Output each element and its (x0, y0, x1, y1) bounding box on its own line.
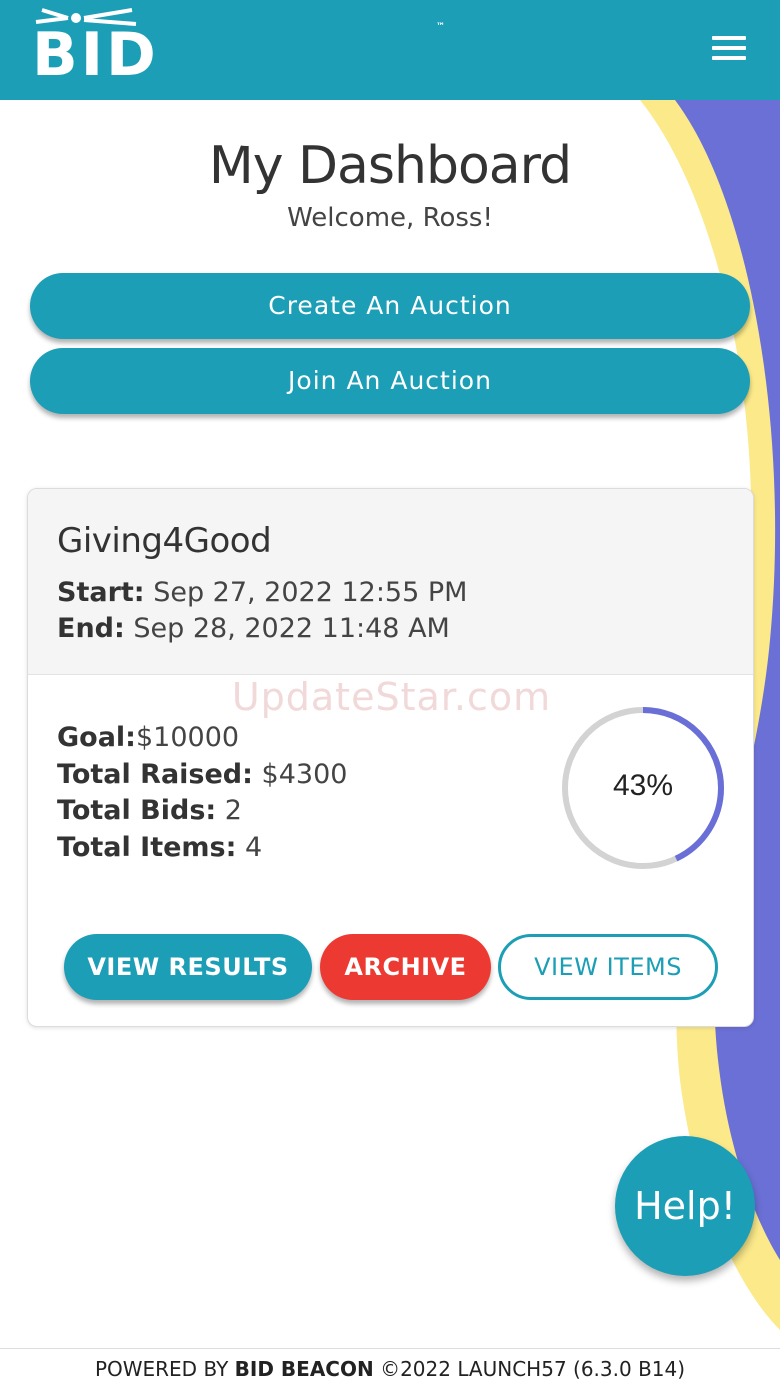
bids-label: Total Bids: (57, 795, 217, 826)
menu-bar (712, 36, 746, 40)
footer-brand[interactable]: BID BEACON (235, 1357, 374, 1381)
auction-end-date: End: Sep 28, 2022 11:48 AM (57, 613, 450, 644)
view-results-button[interactable]: VIEW RESULTS (64, 934, 312, 1000)
items-label: Total Items: (57, 832, 237, 863)
bid-beacon-logo[interactable]: BID BEACON ™ (32, 6, 452, 160)
help-button[interactable]: Help! (615, 1136, 755, 1276)
hamburger-menu-icon[interactable] (712, 36, 752, 64)
start-value: Sep 27, 2022 12:55 PM (153, 577, 468, 608)
total-bids-stat: Total Bids: 2 (57, 795, 242, 826)
welcome-message: Welcome, Ross! (287, 203, 493, 233)
raised-label: Total Raised: (57, 759, 253, 790)
bids-value: 2 (224, 795, 242, 826)
auction-start-date: Start: Sep 27, 2022 12:55 PM (57, 577, 467, 608)
goal-label: Goal: (57, 722, 136, 753)
footer-suffix: ©2022 LAUNCH57 (6.3.0 B14) (380, 1357, 686, 1381)
raised-value: $4300 (261, 759, 348, 790)
goal-value: $10000 (135, 722, 240, 753)
progress-percent: 43% (612, 769, 674, 802)
archive-button[interactable]: ARCHIVE (320, 934, 491, 1000)
auction-card: Giving4Good Start: Sep 27, 2022 12:55 PM… (27, 488, 754, 1027)
total-items-stat: Total Items: 4 (57, 832, 262, 863)
start-label: Start: (57, 577, 145, 608)
logo-trademark: ™ (436, 22, 445, 32)
end-value: Sep 28, 2022 11:48 AM (133, 613, 450, 644)
goal-progress-ring: 43% (557, 702, 729, 874)
footer-prefix: POWERED BY (94, 1357, 229, 1381)
footer: POWERED BY BID BEACON ©2022 LAUNCH57 (6.… (0, 1348, 780, 1387)
menu-bar (712, 46, 746, 50)
auction-name: Giving4Good (57, 521, 272, 561)
join-auction-button[interactable]: Join An Auction (30, 348, 750, 414)
end-label: End: (57, 613, 125, 644)
logo-text: BID BEACON (32, 20, 329, 160)
goal-stat: Goal:$10000 (57, 722, 239, 753)
create-auction-button[interactable]: Create An Auction (30, 273, 750, 339)
view-items-button[interactable]: VIEW ITEMS (498, 934, 718, 1000)
total-raised-stat: Total Raised: $4300 (57, 759, 347, 790)
top-header-bar: BID BEACON ™ (0, 0, 780, 160)
menu-bar (712, 56, 746, 60)
items-value: 4 (245, 832, 263, 863)
auction-card-header: Giving4Good Start: Sep 27, 2022 12:55 PM… (28, 489, 753, 675)
